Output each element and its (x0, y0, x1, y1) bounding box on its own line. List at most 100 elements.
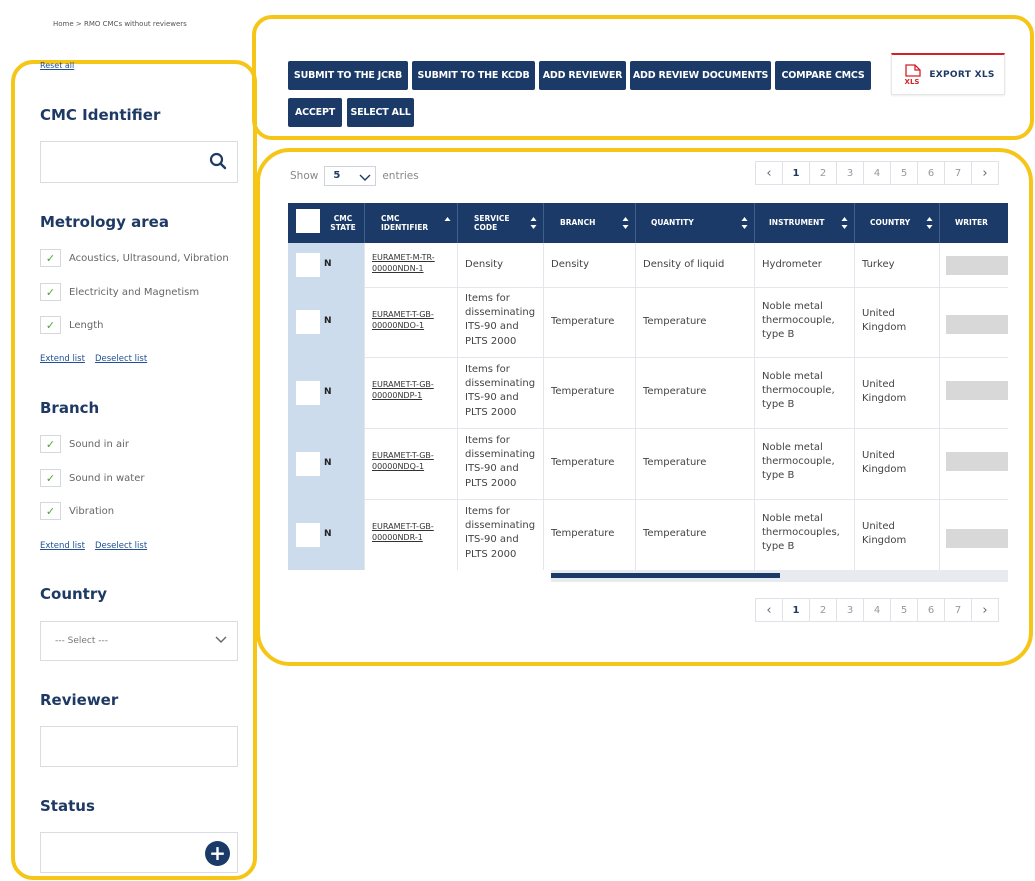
check-icon: ✓ (45, 318, 56, 332)
column-header-quantity[interactable]: QUANTITY (635, 203, 754, 243)
metrology-area-item[interactable]: ✓ Length (40, 316, 104, 334)
search-icon[interactable] (209, 152, 227, 170)
page-button[interactable]: 7 (944, 161, 972, 185)
page-button[interactable]: 6 (917, 161, 945, 185)
service-code-cell: Items for disseminating ITS-90 and PLTS … (465, 506, 536, 560)
chevron-left-icon[interactable]: ‹ (755, 161, 783, 185)
extend-list-link[interactable]: Extend list (40, 354, 85, 364)
column-header-country[interactable]: COUNTRY (854, 203, 939, 243)
plus-icon[interactable]: + (205, 841, 230, 866)
accept-button[interactable]: ACCEPT (288, 98, 342, 127)
checkbox[interactable]: ✓ (40, 469, 61, 487)
deselect-list-link[interactable]: Deselect list (95, 541, 147, 551)
page-button[interactable]: 4 (863, 598, 891, 622)
page-button[interactable]: 1 (782, 161, 810, 185)
checkbox[interactable]: ✓ (40, 502, 61, 520)
add-review-documents-button[interactable]: ADD REVIEW DOCUMENTS (630, 61, 771, 90)
country-cell: United Kingdom (862, 521, 907, 547)
deselect-list-link[interactable]: Deselect list (95, 354, 147, 364)
quantity-cell: Temperature (643, 386, 707, 397)
column-header-service-code[interactable]: SERVICE CODE (457, 203, 543, 243)
writer-cell (946, 315, 1008, 334)
country-cell: United Kingdom (862, 450, 907, 476)
column-header-instrument[interactable]: INSTRUMENT (754, 203, 854, 243)
page-button[interactable]: 4 (863, 161, 891, 185)
checkbox-label: Electricity and Magnetism (69, 286, 200, 298)
page-button[interactable]: 2 (809, 161, 837, 185)
checkbox-label: Sound in water (69, 472, 145, 484)
export-xls-button[interactable]: XLS EXPORT XLS (891, 53, 1005, 95)
check-icon: ✓ (45, 437, 56, 451)
branch-cell: Temperature (551, 316, 615, 327)
service-code-cell: Items for disseminating ITS-90 and PLTS … (465, 293, 536, 347)
branch-cell: Temperature (551, 457, 615, 468)
checkbox-label: Sound in air (69, 438, 129, 450)
submit-to-kcdb-button[interactable]: SUBMIT TO THE KCDB (412, 61, 535, 90)
branch-list-links: Extend list Deselect list (40, 541, 157, 551)
cmc-identifier-link[interactable]: EURAMET-M-TR-00000NDN-1 (372, 252, 452, 274)
branch-item[interactable]: ✓ Vibration (40, 502, 114, 520)
sort-icon (841, 217, 848, 229)
chevron-right-icon[interactable]: › (971, 598, 999, 622)
country-cell: United Kingdom (862, 379, 907, 405)
compare-cmcs-button[interactable]: COMPARE CMCS (775, 61, 871, 90)
page-button[interactable]: 2 (809, 598, 837, 622)
checkbox[interactable]: ✓ (40, 249, 61, 267)
page-size-select[interactable]: 5 (324, 166, 377, 186)
chevron-down-icon (215, 636, 227, 643)
branch-item[interactable]: ✓ Sound in air (40, 435, 129, 453)
row-checkbox[interactable] (296, 523, 320, 547)
reset-all-link[interactable]: Reset all (40, 61, 74, 70)
cmc-identifier-link[interactable]: EURAMET-T-GB-00000NDP-1 (372, 379, 452, 401)
cmc-identifier-input[interactable] (40, 141, 238, 183)
header-label: SERVICE CODE (474, 213, 510, 232)
metrology-area-item[interactable]: ✓ Electricity and Magnetism (40, 283, 199, 301)
page-button[interactable]: 5 (890, 598, 918, 622)
check-icon: ✓ (45, 504, 56, 518)
check-icon: ✓ (45, 285, 56, 299)
submit-to-jcrb-button[interactable]: SUBMIT TO THE JCRB (288, 61, 408, 90)
row-checkbox[interactable] (296, 452, 320, 476)
column-header-branch[interactable]: BRANCH (543, 203, 635, 243)
country-select[interactable]: --- Select --- (40, 621, 238, 661)
chevron-left-icon[interactable]: ‹ (755, 598, 783, 622)
checkbox[interactable]: ✓ (40, 435, 61, 453)
column-header-writer[interactable]: WRITER (939, 203, 1008, 243)
checkbox[interactable]: ✓ (40, 283, 61, 301)
cmc-identifier-link[interactable]: EURAMET-T-GB-00000NDQ-1 (372, 450, 452, 472)
country-cell: United Kingdom (862, 308, 907, 334)
chevron-right-icon[interactable]: › (971, 161, 999, 185)
checkbox[interactable]: ✓ (40, 316, 61, 334)
instrument-cell: Hydrometer (762, 259, 822, 270)
page-button[interactable]: 1 (782, 598, 810, 622)
instrument-cell: Noble metal thermocouple, type B (762, 371, 835, 411)
row-checkbox[interactable] (296, 310, 320, 334)
row-checkbox[interactable] (296, 381, 320, 405)
column-header-cmc-identifier[interactable]: CMC IDENTIFIER (364, 203, 457, 243)
header-label: QUANTITY (651, 218, 694, 228)
select-all-button[interactable]: SELECT ALL (347, 98, 414, 127)
select-all-checkbox[interactable] (296, 209, 320, 233)
page-button[interactable]: 6 (917, 598, 945, 622)
add-reviewer-button[interactable]: ADD REVIEWER (539, 61, 626, 90)
page-button[interactable]: 3 (836, 598, 864, 622)
breadcrumb[interactable]: Home > RMO CMCs without reviewers (53, 20, 187, 28)
metrology-area-title: Metrology area (40, 213, 169, 231)
reviewer-input[interactable] (40, 726, 238, 767)
cmc-identifier-link[interactable]: EURAMET-T-GB-00000NDR-1 (372, 521, 452, 543)
extend-list-link[interactable]: Extend list (40, 541, 85, 551)
status-input[interactable]: + (40, 832, 238, 873)
sort-icon (926, 217, 933, 229)
branch-item[interactable]: ✓ Sound in water (40, 469, 144, 487)
page-button[interactable]: 7 (944, 598, 972, 622)
page-button[interactable]: 5 (890, 161, 918, 185)
instrument-cell: Noble metal thermocouples, type B (762, 513, 840, 553)
page-button[interactable]: 3 (836, 161, 864, 185)
row-checkbox[interactable] (296, 253, 320, 277)
writer-cell (946, 256, 1008, 275)
cmc-identifier-link[interactable]: EURAMET-T-GB-00000NDO-1 (372, 309, 452, 331)
country-title: Country (40, 585, 108, 603)
metrology-area-item[interactable]: ✓ Acoustics, Ultrasound, Vibration (40, 249, 229, 267)
checkbox-label: Length (69, 319, 104, 331)
scrollbar-thumb[interactable] (551, 573, 780, 578)
